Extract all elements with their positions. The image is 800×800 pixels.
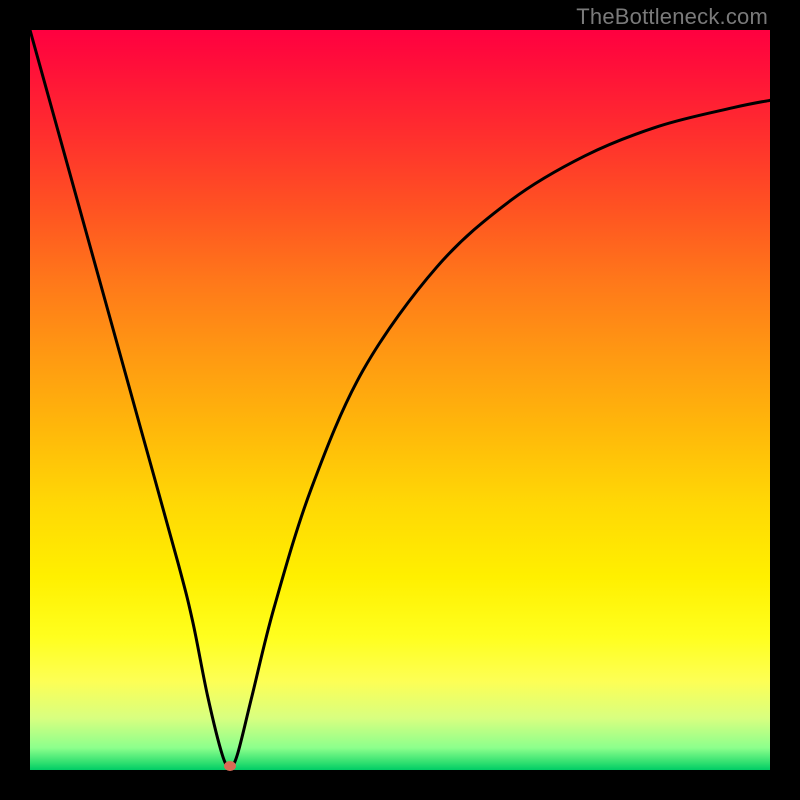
curve-svg [30, 30, 770, 770]
bottleneck-curve [30, 30, 770, 766]
watermark-text: TheBottleneck.com [576, 4, 768, 30]
plot-area [30, 30, 770, 770]
minimum-marker [224, 761, 236, 771]
chart-container: TheBottleneck.com [0, 0, 800, 800]
